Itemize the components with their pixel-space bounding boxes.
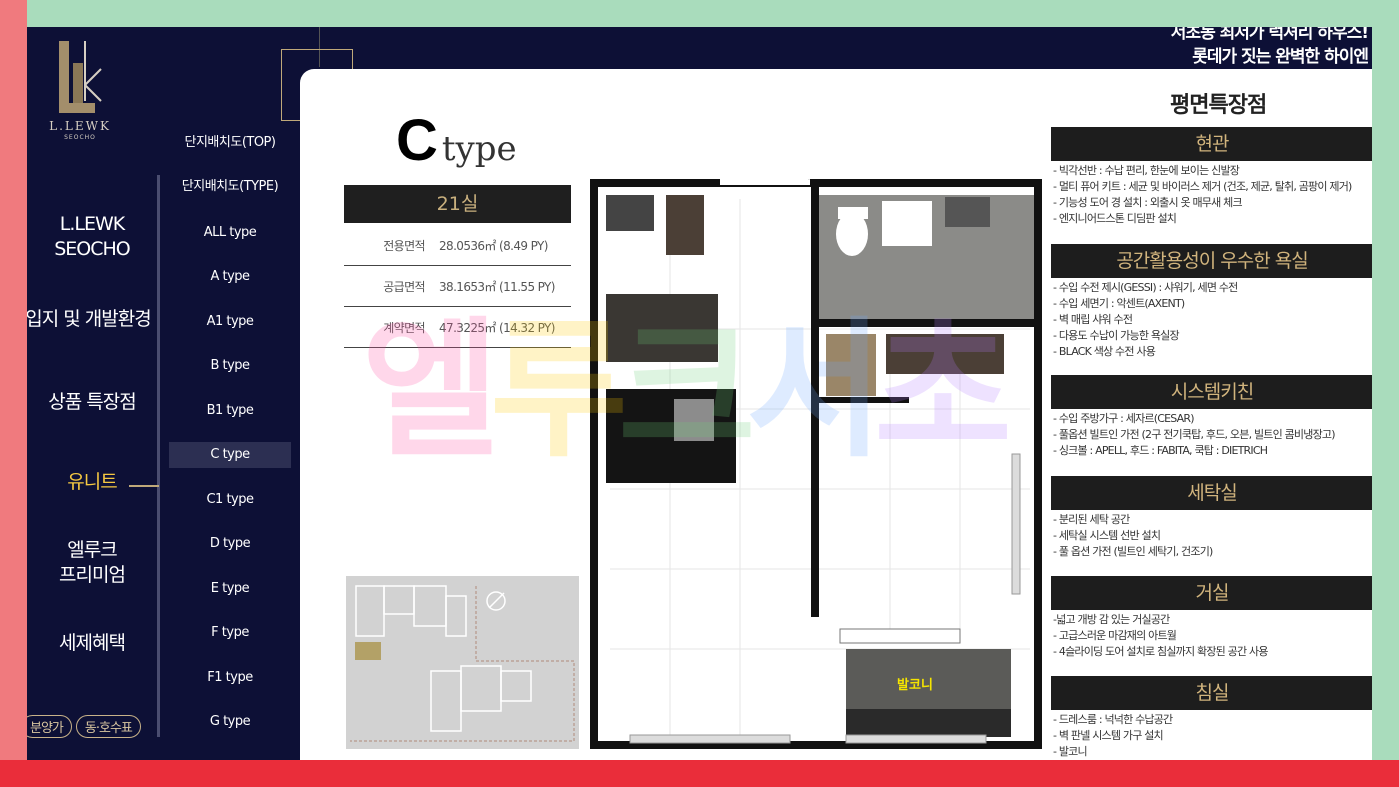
sub-nav-item[interactable]: E type (169, 576, 291, 602)
feature-heading: 거실 (1051, 576, 1372, 610)
feature-item: - 드레스룸 : 넉넉한 수납공간 (1053, 713, 1173, 726)
sub-nav-item[interactable]: G type (169, 709, 291, 735)
balcony-label: 발코니 (897, 677, 933, 693)
spec-row: 공급면적 38.1653㎡ (11.55 PY) (344, 266, 571, 307)
nav-divider (157, 175, 160, 737)
sub-nav-item[interactable]: A1 type (169, 309, 291, 335)
feature-item: - 분리된 세탁 공간 (1053, 513, 1130, 526)
feature-item: - 풀 옵션 가전 (빌트인 세탁기, 건조기) (1053, 545, 1213, 558)
feature-item: - 고급스러운 마감재의 아트월 (1053, 629, 1177, 642)
feature-item: - 발코니 (1053, 745, 1088, 758)
slogan-line-1: 서초동 최저가 럭셔리 하우스! (1170, 27, 1369, 43)
spec-row: 전용면적 28.0536㎡ (8.49 PY) (344, 225, 571, 266)
features-title: 평면특장점 (1170, 92, 1267, 118)
feature-item: - 풀옵션 빌트인 가전 (2구 전기쿡탑, 후드, 오븐, 빌트인 콤비냉장고… (1053, 428, 1336, 441)
feature-item: - 멀티 퓨어 키트 : 세균 및 바이러스 제거 (건조, 제균, 탈취, 곰… (1053, 180, 1352, 193)
feature-item: - 싱크볼 : APELL, 후드 : FABITA, 쿡탑 : DIETRIC… (1053, 444, 1268, 457)
unit-table-button[interactable]: 동·호수표 (75, 715, 141, 738)
floor-plan: 발코니 (590, 179, 1042, 749)
sub-nav-item-active[interactable]: C type (169, 442, 291, 468)
bottom-buttons: 분양가 동·호수표 (27, 715, 141, 738)
spec-label: 전용면적 (383, 238, 425, 253)
feature-item: - 수입 세면기 : 악센트(AXENT) (1053, 297, 1185, 310)
feature-item: - BLACK 색상 수전 사용 (1053, 345, 1156, 358)
feature-block-kitchen: 시스템키친 - 수입 주방가구 : 세자르(CESAR) - 풀옵션 빌트인 가… (1051, 375, 1372, 459)
room-count: 21실 (344, 185, 571, 223)
sub-nav-item[interactable]: A type (169, 264, 291, 290)
feature-list: -넓고 개방 감 있는 거실공간 - 고급스러운 마감재의 아트월 - 4슬라이… (1051, 610, 1372, 660)
feature-item: -넓고 개방 감 있는 거실공간 (1053, 613, 1170, 626)
feature-block-bathroom: 공간활용성이 우수한 욕실 - 수입 수전 제시(GESSI) : 샤워기, 세… (1051, 244, 1372, 360)
price-button[interactable]: 분양가 (27, 715, 72, 738)
feature-heading: 세탁실 (1051, 476, 1372, 510)
main-nav-llewk-seocho[interactable]: L.LEWK SEOCHO (27, 212, 157, 262)
type-word: type (441, 129, 517, 169)
spec-value: 28.0536㎡ (8.49 PY) (439, 238, 548, 253)
feature-item: - 4슬라이딩 도어 설치로 침실까지 확장된 공간 사용 (1053, 645, 1268, 658)
site-key-map (346, 576, 579, 749)
feature-item: - 벽 매립 샤워 수전 (1053, 313, 1133, 326)
site-screen: L.LEWK SEOCHO L.LEWK SEOCHO 입지 및 개발환경 상품… (27, 27, 1372, 760)
feature-list: - 빅각선반 : 수납 편리, 한눈에 보이는 신발장 - 멀티 퓨어 키트 :… (1051, 161, 1372, 227)
feature-list: - 분리된 세탁 공간 - 세탁실 시스템 선반 설치 - 풀 옵션 가전 (빌… (1051, 510, 1372, 560)
spec-value: 38.1653㎡ (11.55 PY) (439, 279, 555, 294)
spec-label: 공급면적 (383, 279, 425, 294)
feature-item: - 빅각선반 : 수납 편리, 한눈에 보이는 신발장 (1053, 164, 1240, 177)
feature-heading: 공간활용성이 우수한 욕실 (1051, 244, 1372, 278)
frame-left-border (0, 0, 27, 787)
sub-nav-item[interactable]: B1 type (169, 398, 291, 424)
feature-item: - 다용도 수납이 가능한 욕실장 (1053, 329, 1180, 342)
feature-item: - 기능성 도어 경 설치 : 외출시 옷 매무새 체크 (1053, 196, 1243, 209)
type-title: Ctype (396, 107, 517, 174)
sub-nav-item[interactable]: F1 type (169, 665, 291, 691)
feature-heading: 침실 (1051, 676, 1372, 710)
feature-item: - 엔지니어드스톤 디딤판 설치 (1053, 212, 1177, 225)
feature-block-bedroom: 침실 - 드레스룸 : 넉넉한 수납공간 - 벽 판넬 시스템 가구 설치 - … (1051, 676, 1372, 760)
type-letter: C (396, 108, 438, 173)
spec-value: 47.3225㎡ (14.32 PY) (439, 320, 555, 335)
feature-item: - 수입 주방가구 : 세자르(CESAR) (1053, 412, 1195, 425)
sub-nav-item[interactable]: 단지배치도(TYPE) (169, 174, 291, 200)
feature-block-laundry: 세탁실 - 분리된 세탁 공간 - 세탁실 시스템 선반 설치 - 풀 옵션 가… (1051, 476, 1372, 560)
main-nav-premium[interactable]: 엘루크 프리미엄 (27, 538, 157, 588)
feature-heading: 시스템키친 (1051, 375, 1372, 409)
sub-nav-item[interactable]: C1 type (169, 487, 291, 513)
feature-list: - 수입 수전 제시(GESSI) : 샤워기, 세면 수전 - 수입 세면기 … (1051, 278, 1372, 360)
main-nav-features[interactable]: 상품 특장점 (27, 390, 157, 415)
spec-row: 계약면적 47.3225㎡ (14.32 PY) (344, 307, 571, 348)
main-nav-unit[interactable]: 유니트 (27, 470, 157, 495)
feature-block-living: 거실 -넓고 개방 감 있는 거실공간 - 고급스러운 마감재의 아트월 - 4… (1051, 576, 1372, 660)
feature-item: - 벽 판넬 시스템 가구 설치 (1053, 729, 1164, 742)
main-nav-location[interactable]: 입지 및 개발환경 (27, 307, 157, 332)
sub-nav-item[interactable]: F type (169, 620, 291, 646)
frame-right-border (1372, 0, 1399, 787)
feature-list: - 수입 주방가구 : 세자르(CESAR) - 풀옵션 빌트인 가전 (2구 … (1051, 409, 1372, 459)
sub-nav-item[interactable]: 단지배치도(TOP) (169, 130, 291, 156)
feature-item: - 세탁실 시스템 선반 설치 (1053, 529, 1161, 542)
slogan-line-2: 롯데가 짓는 완벽한 하이엔 (1192, 47, 1369, 67)
frame-bottom-border (0, 760, 1399, 787)
spec-label: 계약면적 (383, 320, 425, 335)
frame-top-border (0, 0, 1399, 27)
feature-block-entrance: 현관 - 빅각선반 : 수납 편리, 한눈에 보이는 신발장 - 멀티 퓨어 키… (1051, 127, 1372, 227)
feature-heading: 현관 (1051, 127, 1372, 161)
nav-active-pointer (129, 485, 159, 487)
unit-panel: Ctype 21실 전용면적 28.0536㎡ (8.49 PY) 공급면적 3… (300, 69, 1372, 760)
main-nav: L.LEWK SEOCHO 입지 및 개발환경 상품 특장점 유니트 엘루크 프… (27, 27, 157, 760)
slogan: 서초동 최저가 럭셔리 하우스! 롯데가 짓는 완벽한 하이엔 (1170, 27, 1369, 69)
sub-nav-item[interactable]: D type (169, 531, 291, 557)
feature-list: - 드레스룸 : 넉넉한 수납공간 - 벽 판넬 시스템 가구 설치 - 발코니 (1051, 710, 1372, 760)
sub-nav-item[interactable]: ALL type (169, 220, 291, 246)
sub-nav-item[interactable]: B type (169, 353, 291, 379)
main-nav-tax[interactable]: 세제혜택 (27, 631, 157, 656)
feature-item: - 수입 수전 제시(GESSI) : 샤워기, 세면 수전 (1053, 281, 1238, 294)
